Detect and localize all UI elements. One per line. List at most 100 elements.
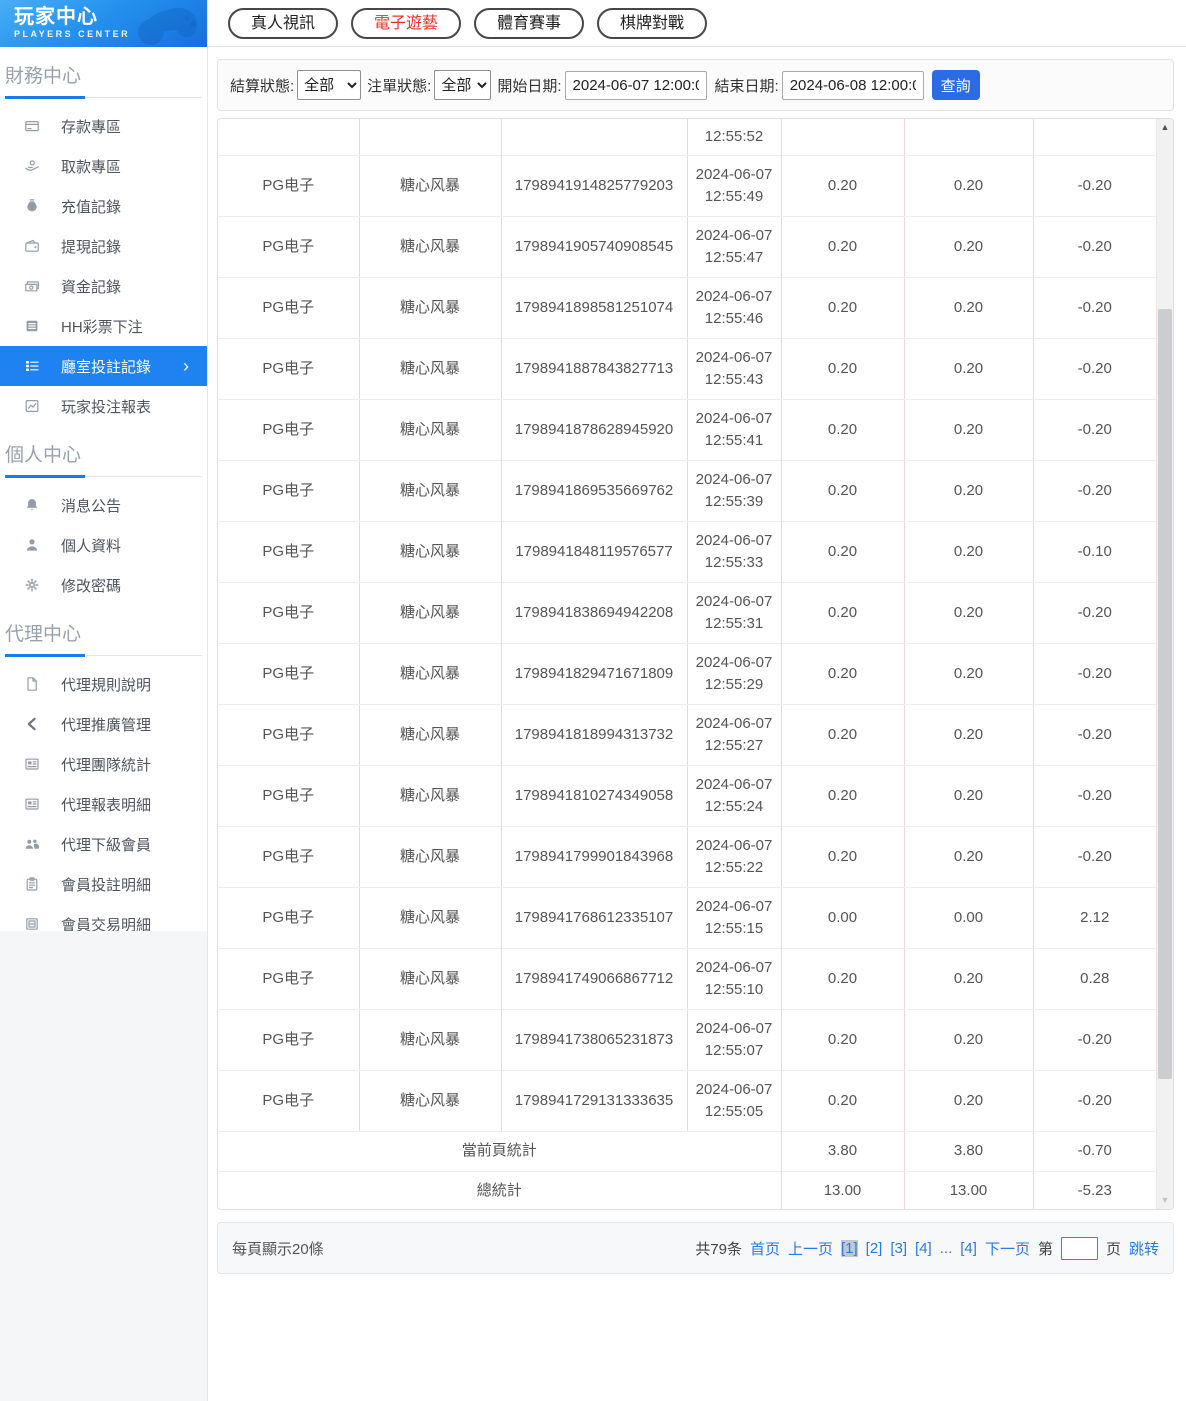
- tab-category-0[interactable]: 真人視訊: [228, 8, 338, 39]
- table-row: PG电子糖心风暴17989417291313336352024-06-0712:…: [218, 1070, 1156, 1131]
- cell-win-loss: -0.20: [1033, 1009, 1156, 1070]
- cell-bet-time: 2024-06-0712:55:31: [687, 582, 781, 643]
- page-link-current[interactable]: [1]: [841, 1240, 858, 1257]
- sidebar-item-change-password[interactable]: 修改密碼: [0, 565, 207, 605]
- first-page-link[interactable]: 首页: [750, 1238, 780, 1259]
- sidebar-item-profile[interactable]: 個人資料: [0, 525, 207, 565]
- sidebar-item-recharge-records[interactable]: 充值記錄: [0, 186, 207, 226]
- jump-button[interactable]: 跳转: [1129, 1238, 1159, 1259]
- sidebar: 玩家中心 PLAYERS CENTER 財務中心存款專區取款專區充值記錄提現記錄…: [0, 0, 208, 931]
- sidebar-item-agent-rules[interactable]: 代理規則說明: [0, 664, 207, 704]
- sidebar-item-withdraw-zone[interactable]: 取款專區: [0, 146, 207, 186]
- cell-bet-time: 2024-06-0712:55:41: [687, 399, 781, 460]
- table-row: PG电子糖心风暴17989418386949422082024-06-0712:…: [218, 582, 1156, 643]
- settle-status-select[interactable]: 全部: [297, 70, 361, 100]
- cell-order-no: 1798941905740908545: [501, 216, 687, 277]
- cell-order-no: 1798941898581251074: [501, 277, 687, 338]
- sidebar-item-funds-records[interactable]: 資金記錄: [0, 266, 207, 306]
- page-link-3[interactable]: [4]: [915, 1240, 932, 1257]
- cell-order-no: 1798941799901843968: [501, 826, 687, 887]
- scroll-up-arrow[interactable]: ▲: [1157, 119, 1173, 136]
- query-button[interactable]: 查詢: [932, 70, 980, 100]
- prev-page-link[interactable]: 上一页: [788, 1238, 833, 1259]
- tab-category-2[interactable]: 體育賽事: [474, 8, 584, 39]
- cell-win-loss: -0.20: [1033, 155, 1156, 216]
- cell-order-no: 1798941818994313732: [501, 704, 687, 765]
- pagination-bar: 每頁顯示20條 共79条 首页 上一页 [1] [2] [3] [4]... [4] 下…: [217, 1222, 1174, 1274]
- cell-valid-bet: 0.20: [904, 704, 1033, 765]
- sidebar-item-label: 存款專區: [61, 116, 121, 137]
- per-page-label: 每頁顯示20條: [232, 1238, 324, 1259]
- cell-game: 糖心风暴: [359, 948, 501, 1009]
- cell-valid-bet: 0.20: [904, 765, 1033, 826]
- cell-bet-time: 2024-06-0712:55:27: [687, 704, 781, 765]
- cell-win-loss: -0.20: [1033, 582, 1156, 643]
- sidebar-item-room-bet-records[interactable]: 廳室投註記錄›: [0, 346, 207, 386]
- sidebar-item-agent-promotion[interactable]: 代理推廣管理: [0, 704, 207, 744]
- table-row: PG电子糖心风暴17989417490668677122024-06-0712:…: [218, 948, 1156, 1009]
- bell-icon: [24, 497, 40, 513]
- sidebar-item-agent-team-stats[interactable]: 代理團隊統計: [0, 744, 207, 784]
- sidebar-item-deposit-zone[interactable]: 存款專區: [0, 106, 207, 146]
- sidebar-item-player-bet-report[interactable]: 玩家投注報表: [0, 386, 207, 426]
- cell-valid-bet: 0.20: [904, 216, 1033, 277]
- app-logo: 玩家中心 PLAYERS CENTER: [0, 0, 207, 47]
- next-page-link[interactable]: 下一页: [985, 1238, 1030, 1259]
- jump-page-input[interactable]: [1061, 1237, 1098, 1260]
- cell-bet-time: 2024-06-0712:55:24: [687, 765, 781, 826]
- cell-bet-time: 2024-06-0712:55:15: [687, 887, 781, 948]
- cell-win-loss: -0.20: [1033, 643, 1156, 704]
- filter-bar: 結算狀態: 全部 注單狀態: 全部 開始日期: 結束日期: 查詢: [217, 59, 1174, 111]
- cell-valid-bet: 0.00: [904, 887, 1033, 948]
- cell-win-loss: -0.20: [1033, 277, 1156, 338]
- cell-platform: PG电子: [218, 704, 359, 765]
- cell-bet-time: 2024-06-0712:55:47: [687, 216, 781, 277]
- page-link-2[interactable]: [3]: [890, 1240, 907, 1257]
- bet-records-scroll-viewport[interactable]: 12:55:52PG电子糖心风暴17989419148257792032024-…: [218, 119, 1156, 1209]
- page-link-1[interactable]: [2]: [866, 1240, 883, 1257]
- table-row: PG电子糖心风暴17989418294716718092024-06-0712:…: [218, 643, 1156, 704]
- page-link-4[interactable]: ...: [940, 1240, 953, 1257]
- page-link-5[interactable]: [4]: [960, 1240, 977, 1257]
- cell-valid-bet: 0.20: [904, 399, 1033, 460]
- cell-valid-bet: 0.20: [904, 277, 1033, 338]
- sidebar-item-hh-lottery-bet[interactable]: HH彩票下注: [0, 306, 207, 346]
- cell-bet-amount: 0.20: [781, 155, 904, 216]
- cell-game: 糖心风暴: [359, 277, 501, 338]
- cell-bet-time: 2024-06-0712:55:39: [687, 460, 781, 521]
- order-status-select[interactable]: 全部: [434, 70, 491, 100]
- tab-category-3[interactable]: 棋牌對戰: [597, 8, 707, 39]
- jump-prefix-label: 第: [1038, 1238, 1053, 1259]
- sidebar-item-announcements[interactable]: 消息公告: [0, 485, 207, 525]
- scroll-down-arrow[interactable]: ▼: [1157, 1192, 1173, 1209]
- cell-win-loss: [1033, 119, 1156, 155]
- cell-win-loss: -0.20: [1033, 765, 1156, 826]
- cell-game: 糖心风暴: [359, 460, 501, 521]
- cell-game: 糖心风暴: [359, 399, 501, 460]
- table-scrollbar[interactable]: ▲ ▼: [1156, 119, 1173, 1209]
- cell-order-no: 1798941878628945920: [501, 399, 687, 460]
- table-row: PG电子糖心风暴17989418985812510742024-06-0712:…: [218, 277, 1156, 338]
- sidebar-item-member-bet-detail[interactable]: 會員投註明細: [0, 864, 207, 904]
- sidebar-item-agent-sub-members[interactable]: 代理下級會員: [0, 824, 207, 864]
- sidebar-item-agent-report-detail[interactable]: 代理報表明細: [0, 784, 207, 824]
- end-date-input[interactable]: [782, 71, 924, 100]
- cell-win-loss: -0.20: [1033, 399, 1156, 460]
- summary-valid-bet: 13.00: [904, 1171, 1033, 1209]
- cell-valid-bet: 0.20: [904, 155, 1033, 216]
- cell-bet-amount: [781, 119, 904, 155]
- sidebar-item-label: 修改密碼: [61, 575, 121, 596]
- start-date-input[interactable]: [565, 71, 707, 100]
- cell-order-no: 1798941848119576577: [501, 521, 687, 582]
- tab-category-1[interactable]: 電子遊藝: [351, 8, 461, 39]
- scroll-thumb[interactable]: [1158, 309, 1172, 1079]
- total-count-label: 共79条: [695, 1238, 742, 1259]
- cell-game: 糖心风暴: [359, 1009, 501, 1070]
- cell-bet-amount: 0.20: [781, 643, 904, 704]
- cell-order-no: 1798941738065231873: [501, 1009, 687, 1070]
- table-row: PG电子糖心风暴17989419148257792032024-06-0712:…: [218, 155, 1156, 216]
- cell-platform: PG电子: [218, 582, 359, 643]
- sidebar-item-label: 代理規則說明: [61, 674, 151, 695]
- sidebar-item-withdraw-records[interactable]: 提現記錄: [0, 226, 207, 266]
- sidebar-item-member-trade-detail[interactable]: 會員交易明細: [0, 904, 207, 931]
